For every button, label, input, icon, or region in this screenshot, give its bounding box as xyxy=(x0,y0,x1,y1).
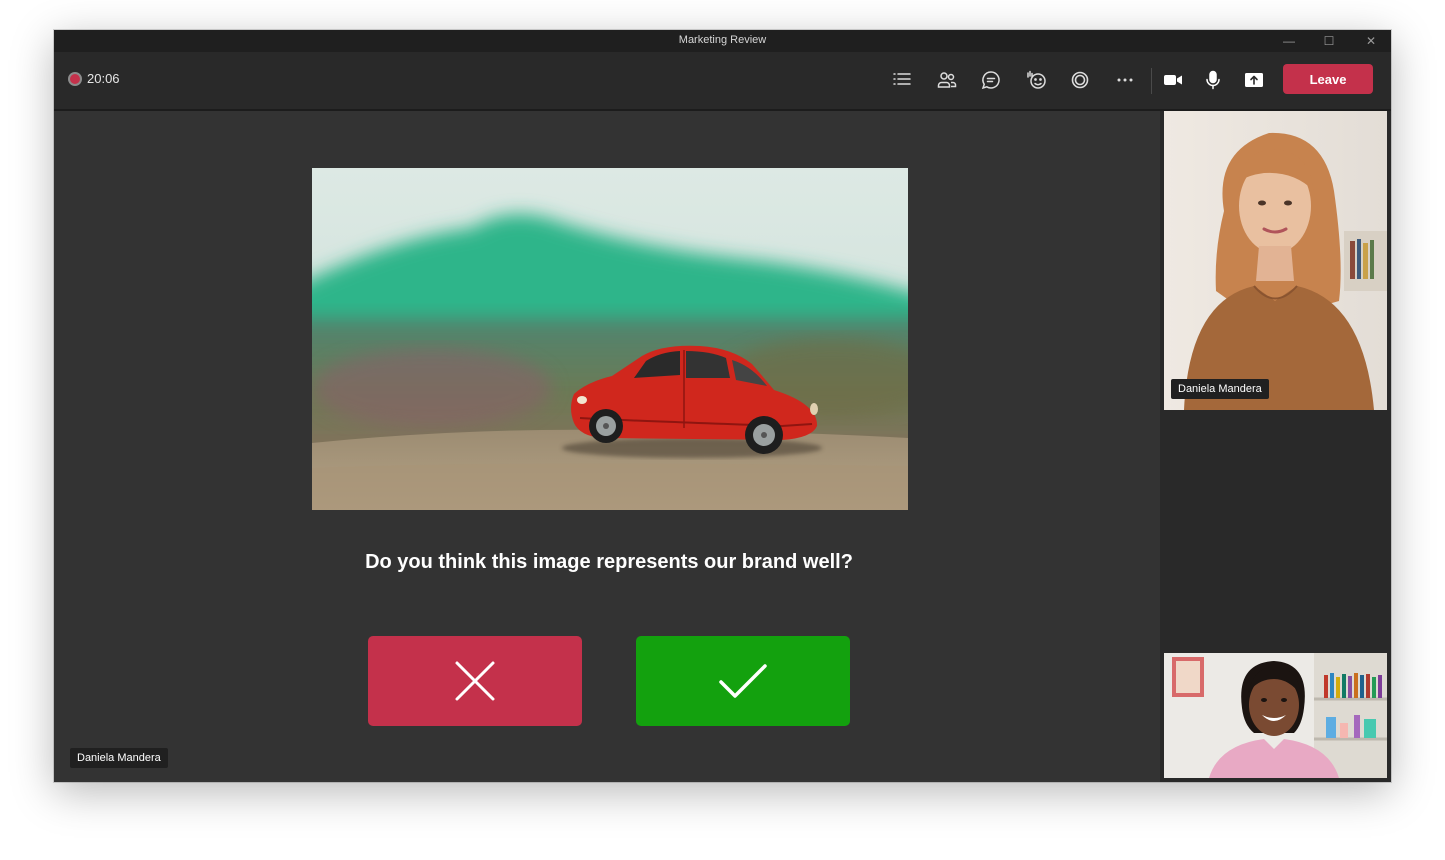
reactions-button[interactable] xyxy=(1020,66,1052,94)
meeting-window: Marketing Review — ☐ ✕ 20:06 Leave Do yo… xyxy=(54,30,1391,782)
participant-name-tag: Daniela Mandera xyxy=(1171,379,1269,399)
people-icon xyxy=(937,72,957,88)
close-window-button[interactable]: ✕ xyxy=(1356,32,1386,50)
more-button[interactable] xyxy=(1109,66,1141,94)
rooms-button[interactable] xyxy=(1064,66,1096,94)
title-bar: Marketing Review — ☐ ✕ xyxy=(54,30,1391,52)
participant-video xyxy=(1164,653,1387,778)
mic-button[interactable] xyxy=(1197,66,1229,94)
chat-button[interactable] xyxy=(975,66,1007,94)
vote-yes-button[interactable] xyxy=(636,636,850,726)
maximize-button[interactable]: ☐ xyxy=(1314,32,1344,50)
checkmark-icon xyxy=(719,664,767,698)
camera-icon xyxy=(1164,75,1182,85)
recording-icon xyxy=(68,71,82,86)
mic-icon xyxy=(1206,70,1220,90)
more-icon xyxy=(1117,78,1133,82)
participant-panel: Daniela Mandera xyxy=(1160,111,1391,782)
participant-video-tile[interactable] xyxy=(1164,653,1387,778)
reactions-icon xyxy=(1027,70,1046,89)
shared-image xyxy=(312,168,908,510)
recording-timer: 20:06 xyxy=(68,71,120,86)
vote-no-button[interactable] xyxy=(368,636,582,726)
close-icon xyxy=(455,661,495,701)
shared-content-stage: Do you think this image represents our b… xyxy=(54,111,1160,782)
window-title: Marketing Review xyxy=(678,34,767,46)
timer-text: 20:06 xyxy=(87,71,120,86)
participant-video-tile[interactable]: Daniela Mandera xyxy=(1164,111,1387,410)
meeting-toolbar: 20:06 Leave xyxy=(54,52,1391,111)
leave-button[interactable]: Leave xyxy=(1283,64,1373,94)
rooms-icon xyxy=(1071,71,1089,89)
camera-button[interactable] xyxy=(1157,66,1189,94)
minimize-button[interactable]: — xyxy=(1274,32,1304,50)
list-icon xyxy=(893,73,911,85)
people-button[interactable] xyxy=(931,66,963,94)
list-button[interactable] xyxy=(886,66,918,94)
toolbar-divider xyxy=(1151,68,1152,94)
participant-video xyxy=(1164,111,1387,410)
poll-question: Do you think this image represents our b… xyxy=(365,551,853,573)
presenter-name-tag: Daniela Mandera xyxy=(70,748,168,768)
share-button[interactable] xyxy=(1238,66,1270,94)
chat-icon xyxy=(981,71,1000,90)
share-icon xyxy=(1245,73,1263,87)
